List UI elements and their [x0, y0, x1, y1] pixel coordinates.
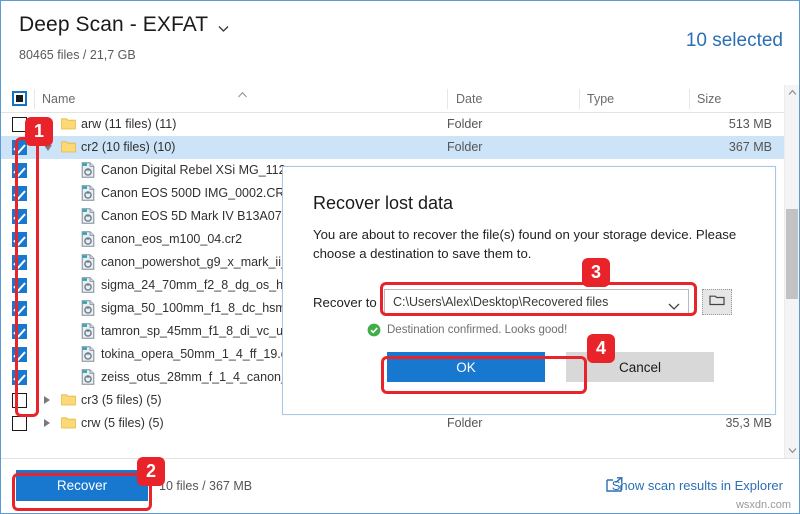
check-circle-icon [367, 323, 381, 337]
watermark: wsxdn.com [735, 499, 791, 511]
row-name: Canon EOS 5D Mark IV B13A073 [101, 209, 289, 223]
folder-icon [61, 416, 76, 429]
destination-combobox[interactable]: C:\Users\Alex\Desktop\Recovered files [384, 289, 689, 315]
row-name: sigma_24_70mm_f2_8_dg_os_hs [101, 278, 290, 292]
folder-row[interactable]: arw (11 files) (11) Folder 513 MB [1, 113, 784, 136]
recover-dialog: Recover lost data You are about to recov… [282, 166, 776, 415]
row-checkbox[interactable] [12, 186, 27, 201]
chevron-down-icon[interactable] [668, 298, 680, 310]
row-size: 513 MB [728, 117, 772, 131]
dialog-title: Recover lost data [313, 193, 454, 213]
row-checkbox[interactable] [12, 324, 27, 339]
row-checkbox[interactable] [12, 393, 27, 408]
row-name: tokina_opera_50mm_1_4_ff_19.c [101, 347, 288, 361]
raw-image-file-icon [81, 231, 95, 247]
raw-image-file-icon [81, 254, 95, 270]
row-type: Folder [447, 416, 483, 430]
row-size: 35,3 MB [725, 416, 772, 430]
row-name: cr2 (10 files) (10) [81, 140, 176, 154]
scroll-down-icon[interactable] [785, 443, 799, 458]
select-all-checkbox[interactable] [12, 91, 27, 106]
row-checkbox[interactable] [12, 370, 27, 385]
raw-image-file-icon [81, 185, 95, 201]
folder-icon [61, 393, 76, 406]
row-name: Canon EOS 500D IMG_0002.CR2 [101, 186, 292, 200]
annotation-badge-3: 3 [582, 258, 610, 287]
raw-image-file-icon [81, 300, 95, 316]
raw-image-file-icon [81, 346, 95, 362]
selection-summary: 10 files / 367 MB [159, 479, 253, 493]
vertical-scrollbar[interactable] [784, 85, 799, 458]
row-type: Folder [447, 117, 483, 131]
scroll-up-icon[interactable] [785, 85, 799, 100]
folder-icon [709, 293, 725, 311]
window-header: Deep Scan - EXFAT 80465 files / 21,7 GB … [1, 2, 799, 84]
row-name: zeiss_otus_28mm_f_1_4_canon_e [101, 370, 295, 384]
row-checkbox[interactable] [12, 163, 27, 178]
folder-row[interactable]: cr2 (10 files) (10) Folder 367 MB [1, 136, 784, 159]
row-checkbox[interactable] [12, 347, 27, 362]
column-header-type[interactable]: Type [587, 92, 614, 106]
raw-image-file-icon [81, 369, 95, 385]
column-header-size[interactable]: Size [697, 92, 721, 106]
row-checkbox[interactable] [12, 232, 27, 247]
row-checkbox[interactable] [12, 416, 27, 431]
column-header-bar: Name Date Type Size [1, 85, 799, 113]
raw-image-file-icon [81, 162, 95, 178]
recover-to-label: Recover to [313, 295, 377, 310]
recover-button[interactable]: Recover [16, 470, 148, 501]
folder-row[interactable]: crw (5 files) (5) Folder 35,3 MB [1, 412, 784, 435]
folder-icon [61, 117, 76, 130]
row-checkbox[interactable] [12, 209, 27, 224]
column-header-date[interactable]: Date [456, 92, 482, 106]
dialog-body-text: You are about to recover the file(s) fou… [313, 227, 737, 261]
scan-summary: 80465 files / 21,7 GB [19, 48, 136, 62]
row-type: Folder [447, 140, 483, 154]
row-name: canon_powershot_g9_x_mark_ii_ [101, 255, 288, 269]
scrollbar-thumb[interactable] [786, 209, 798, 299]
chevron-up-icon[interactable] [237, 88, 248, 98]
row-name: tamron_sp_45mm_f1_8_di_vc_us [101, 324, 290, 338]
chevron-right-icon[interactable] [44, 396, 50, 404]
page-title: Deep Scan - EXFAT [19, 13, 209, 36]
selected-count[interactable]: 10 selected [686, 30, 783, 52]
folder-icon [61, 140, 76, 153]
raw-image-file-icon [81, 323, 95, 339]
row-name: crw (5 files) (5) [81, 416, 164, 430]
browse-folder-button[interactable] [702, 289, 732, 315]
row-name: cr3 (5 files) (5) [81, 393, 162, 407]
column-divider [579, 89, 580, 109]
ok-button[interactable]: OK [387, 352, 545, 382]
column-divider [34, 89, 35, 109]
destination-confirm-text: Destination confirmed. Looks good! [387, 324, 568, 336]
deep-scan-window: Deep Scan - EXFAT 80465 files / 21,7 GB … [0, 0, 800, 514]
raw-image-file-icon [81, 277, 95, 293]
destination-value: C:\Users\Alex\Desktop\Recovered files [393, 295, 609, 309]
row-size: 367 MB [728, 140, 772, 154]
row-name: Canon Digital Rebel XSi MG_112 [101, 163, 286, 177]
raw-image-file-icon [81, 208, 95, 224]
row-checkbox[interactable] [12, 255, 27, 270]
column-header-name[interactable]: Name [42, 92, 75, 106]
row-name: sigma_50_100mm_f1_8_dc_hsm_ [101, 301, 293, 315]
row-checkbox[interactable] [12, 301, 27, 316]
scan-title-row[interactable]: Deep Scan - EXFAT [19, 13, 230, 37]
bottom-toolbar: Recover 10 files / 367 MB Show scan resu… [1, 458, 799, 513]
column-divider [447, 89, 448, 109]
row-name: arw (11 files) (11) [81, 117, 177, 131]
chevron-right-icon[interactable] [44, 419, 50, 427]
show-scan-results-link[interactable]: Show scan results in Explorer [612, 478, 783, 493]
chevron-down-icon[interactable] [217, 22, 230, 35]
column-divider [689, 89, 690, 109]
row-checkbox[interactable] [12, 278, 27, 293]
annotation-badge-2: 2 [137, 457, 165, 486]
row-name: canon_eos_m100_04.cr2 [101, 232, 243, 246]
annotation-badge-4: 4 [587, 334, 615, 363]
annotation-badge-1: 1 [25, 117, 53, 146]
